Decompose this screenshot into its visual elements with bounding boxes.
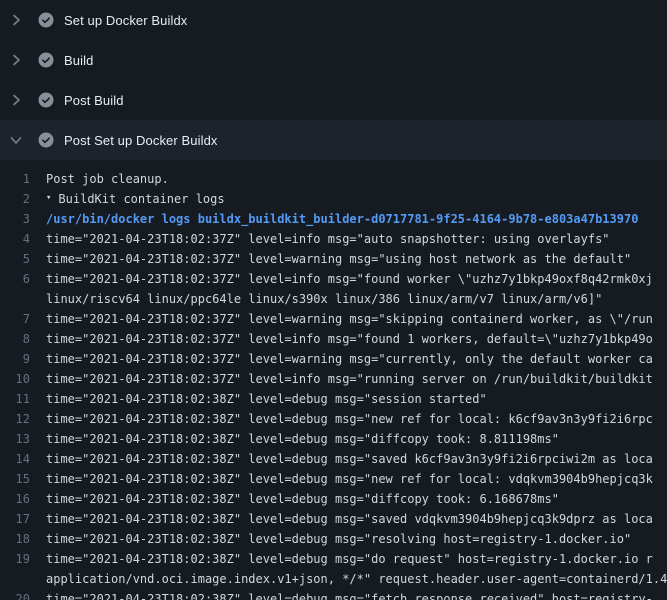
line-number[interactable]: 2: [0, 189, 46, 209]
log-text: time="2021-04-23T18:02:38Z" level=debug …: [46, 589, 653, 600]
step-header-post-setup-docker-buildx[interactable]: Post Set up Docker Buildx: [0, 120, 667, 160]
line-number[interactable]: 10: [0, 369, 46, 389]
log-line: 20time="2021-04-23T18:02:38Z" level=debu…: [0, 589, 667, 600]
line-number: [0, 289, 46, 309]
line-number[interactable]: 11: [0, 389, 46, 409]
log-text: time="2021-04-23T18:02:38Z" level=debug …: [46, 429, 559, 449]
line-number[interactable]: 5: [0, 249, 46, 269]
log-text: time="2021-04-23T18:02:37Z" level=warnin…: [46, 249, 631, 269]
line-number[interactable]: 3: [0, 209, 46, 229]
group-expand-icon[interactable]: ▾: [46, 188, 51, 208]
log-line: 14time="2021-04-23T18:02:38Z" level=debu…: [0, 449, 667, 469]
log-text: time="2021-04-23T18:02:38Z" level=debug …: [46, 469, 653, 489]
log-text: time="2021-04-23T18:02:37Z" level=warnin…: [46, 309, 653, 329]
log-line: 9time="2021-04-23T18:02:37Z" level=warni…: [0, 349, 667, 369]
check-circle-icon: [38, 132, 54, 148]
log-line: 19time="2021-04-23T18:02:38Z" level=debu…: [0, 549, 667, 569]
log-text: time="2021-04-23T18:02:38Z" level=debug …: [46, 549, 653, 569]
log-line: 5time="2021-04-23T18:02:37Z" level=warni…: [0, 249, 667, 269]
log-line: 1Post job cleanup.: [0, 169, 667, 189]
log-line: 18time="2021-04-23T18:02:38Z" level=debu…: [0, 529, 667, 549]
log-line: 6time="2021-04-23T18:02:37Z" level=info …: [0, 269, 667, 289]
line-number[interactable]: 17: [0, 509, 46, 529]
check-circle-icon: [38, 52, 54, 68]
check-circle-icon: [38, 92, 54, 108]
log-line: 15time="2021-04-23T18:02:38Z" level=debu…: [0, 469, 667, 489]
line-number[interactable]: 4: [0, 229, 46, 249]
line-number[interactable]: 9: [0, 349, 46, 369]
log-line: 12time="2021-04-23T18:02:38Z" level=debu…: [0, 409, 667, 429]
line-number[interactable]: 1: [0, 169, 46, 189]
log-line: 8time="2021-04-23T18:02:37Z" level=info …: [0, 329, 667, 349]
log-area: 1Post job cleanup.2▾ BuildKit container l…: [0, 160, 667, 600]
log-text: time="2021-04-23T18:02:38Z" level=debug …: [46, 389, 487, 409]
log-text: time="2021-04-23T18:02:37Z" level=info m…: [46, 229, 610, 249]
check-circle-icon: [38, 12, 54, 28]
log-line: 16time="2021-04-23T18:02:38Z" level=debu…: [0, 489, 667, 509]
step-header-setup-docker-buildx[interactable]: Set up Docker Buildx: [0, 0, 667, 40]
log-text: application/vnd.oci.image.index.v1+json,…: [46, 569, 667, 589]
command-text: /usr/bin/docker logs buildx_buildkit_bui…: [46, 209, 638, 229]
log-line: 11time="2021-04-23T18:02:38Z" level=debu…: [0, 389, 667, 409]
log-text: time="2021-04-23T18:02:37Z" level=info m…: [46, 369, 653, 389]
log-line: 10time="2021-04-23T18:02:37Z" level=info…: [0, 369, 667, 389]
step-label: Post Build: [64, 93, 124, 108]
workflow-log-viewer: Set up Docker Buildx Build Post Build Po…: [0, 0, 667, 600]
log-group-label[interactable]: BuildKit container logs: [58, 189, 224, 209]
line-number[interactable]: 7: [0, 309, 46, 329]
log-line-continuation: application/vnd.oci.image.index.v1+json,…: [0, 569, 667, 589]
log-text: Post job cleanup.: [46, 169, 169, 189]
log-line: 2▾ BuildKit container logs: [0, 189, 667, 209]
step-header-build[interactable]: Build: [0, 40, 667, 80]
log-text: time="2021-04-23T18:02:38Z" level=debug …: [46, 409, 653, 429]
log-text: linux/riscv64 linux/ppc64le linux/s390x …: [46, 289, 602, 309]
step-header-post-build[interactable]: Post Build: [0, 80, 667, 120]
line-number[interactable]: 18: [0, 529, 46, 549]
line-number[interactable]: 20: [0, 589, 46, 600]
log-text: time="2021-04-23T18:02:37Z" level=warnin…: [46, 349, 653, 369]
log-text: time="2021-04-23T18:02:38Z" level=debug …: [46, 489, 559, 509]
chevron-right-icon[interactable]: [8, 52, 24, 68]
step-label: Set up Docker Buildx: [64, 13, 187, 28]
chevron-right-icon[interactable]: [8, 12, 24, 28]
log-line: 4time="2021-04-23T18:02:37Z" level=info …: [0, 229, 667, 249]
step-label: Post Set up Docker Buildx: [64, 133, 218, 148]
chevron-down-icon[interactable]: [8, 132, 24, 148]
step-label: Build: [64, 53, 93, 68]
line-number[interactable]: 6: [0, 269, 46, 289]
log-text: time="2021-04-23T18:02:38Z" level=debug …: [46, 529, 631, 549]
log-text: time="2021-04-23T18:02:37Z" level=info m…: [46, 269, 653, 289]
line-number[interactable]: 14: [0, 449, 46, 469]
log-text: time="2021-04-23T18:02:38Z" level=debug …: [46, 509, 653, 529]
log-text: time="2021-04-23T18:02:38Z" level=debug …: [46, 449, 653, 469]
log-text: time="2021-04-23T18:02:37Z" level=info m…: [46, 329, 653, 349]
line-number: [0, 569, 46, 589]
line-number[interactable]: 15: [0, 469, 46, 489]
log-line: 17time="2021-04-23T18:02:38Z" level=debu…: [0, 509, 667, 529]
line-number[interactable]: 8: [0, 329, 46, 349]
chevron-right-icon[interactable]: [8, 92, 24, 108]
line-number[interactable]: 12: [0, 409, 46, 429]
log-line: 3/usr/bin/docker logs buildx_buildkit_bu…: [0, 209, 667, 229]
line-number[interactable]: 19: [0, 549, 46, 569]
log-line: 7time="2021-04-23T18:02:37Z" level=warni…: [0, 309, 667, 329]
line-number[interactable]: 13: [0, 429, 46, 449]
log-line: 13time="2021-04-23T18:02:38Z" level=debu…: [0, 429, 667, 449]
line-number[interactable]: 16: [0, 489, 46, 509]
log-line-continuation: linux/riscv64 linux/ppc64le linux/s390x …: [0, 289, 667, 309]
